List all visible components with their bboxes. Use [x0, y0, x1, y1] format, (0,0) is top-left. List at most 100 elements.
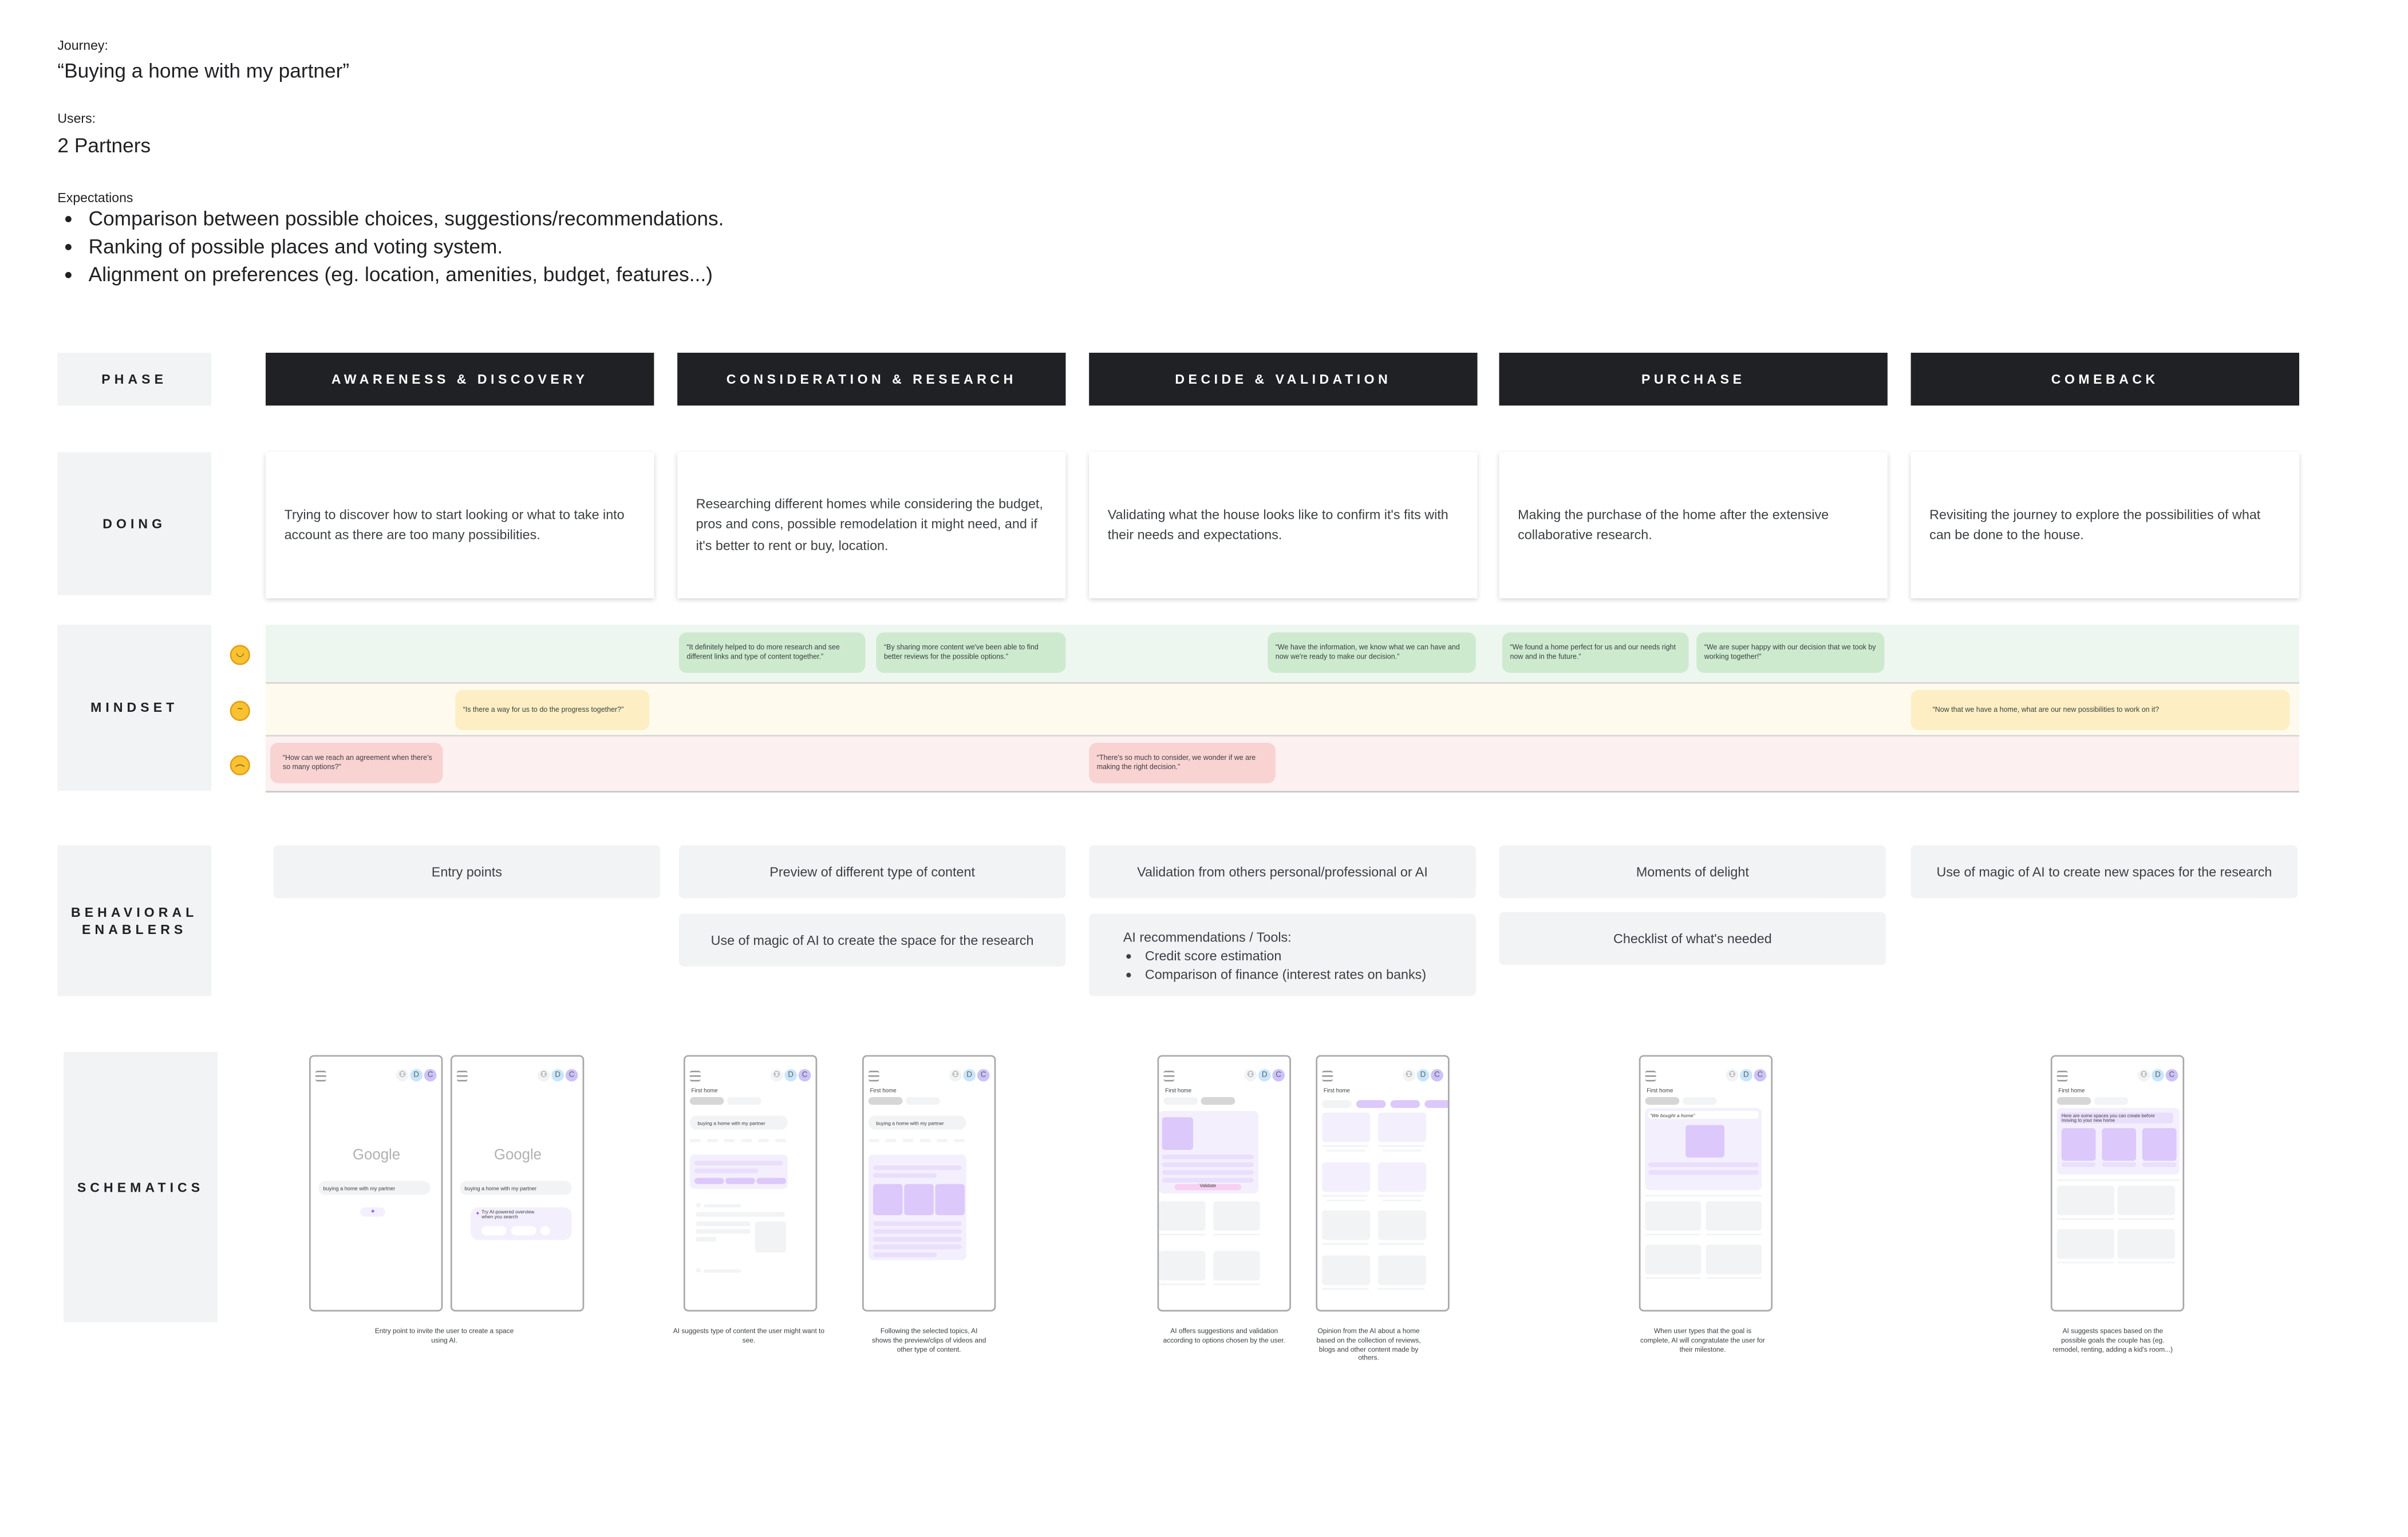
- skeleton: [1327, 1149, 1366, 1152]
- divider: [1645, 1195, 1762, 1197]
- add-person-icon: ⚇: [2137, 1069, 2150, 1082]
- phone-schematic: ⚇ D C First home buying a home with my partn…: [862, 1055, 996, 1312]
- quote-negative: “How can we reach an agreement when ther…: [270, 743, 443, 783]
- skeleton: [1159, 1233, 1206, 1236]
- chip: [756, 1177, 787, 1184]
- doing-text: Researching different homes while consid…: [696, 495, 1043, 553]
- skeleton: [2056, 1262, 2115, 1264]
- sparkle-icon: ✦: [475, 1210, 480, 1217]
- skeleton: [1383, 1149, 1422, 1152]
- card: [1706, 1201, 1762, 1231]
- divider: [2056, 1179, 2180, 1181]
- skeleton: [1322, 1145, 1369, 1147]
- quote-positive: “We are super happy with our decision th…: [1696, 632, 1885, 673]
- skeleton: [919, 1138, 931, 1142]
- skeleton: [1648, 1162, 1759, 1167]
- schematic-caption: Opinion from the AI about a home based o…: [1316, 1327, 1421, 1362]
- space-card: [2102, 1128, 2137, 1161]
- tab-chip: [1645, 1097, 1680, 1105]
- google-logo: Google: [352, 1146, 401, 1164]
- add-person-icon: ⚇: [1403, 1069, 1415, 1082]
- skeleton: [1377, 1288, 1425, 1290]
- avatar-c: C: [2165, 1069, 2178, 1082]
- phone-schematic: ⚇ D C First home buying a home with my partn…: [683, 1055, 818, 1312]
- menu-icon: [868, 1070, 879, 1082]
- phase-purchase: PURCHASE: [1499, 352, 1888, 406]
- enabler-list-item: Comparison of finance (interest rates on…: [1145, 964, 1426, 983]
- skeleton: [741, 1138, 752, 1142]
- enabler-list-item: Credit score estimation: [1145, 945, 1426, 964]
- validate-button: Validate: [1174, 1183, 1242, 1190]
- card: [1706, 1244, 1762, 1275]
- skeleton: [873, 1252, 937, 1258]
- phase-decide-validation: DECIDE & VALIDATION: [1089, 352, 1478, 406]
- doing-card: Trying to discover how to start looking …: [266, 452, 654, 598]
- skeleton: [1162, 1177, 1254, 1183]
- tab-chip: [1390, 1100, 1420, 1108]
- quote-positive: “It definitely helped to do more researc…: [678, 632, 866, 673]
- add-person-icon: ⚇: [949, 1069, 962, 1082]
- card: [1645, 1201, 1702, 1231]
- avatar-d: D: [784, 1069, 798, 1082]
- skeleton: [1322, 1288, 1369, 1290]
- google-logo: Google: [494, 1146, 542, 1164]
- avatar-c: C: [1431, 1069, 1443, 1082]
- search-query: buying a home with my partner: [323, 1185, 396, 1191]
- card: [2056, 1185, 2115, 1215]
- chip: [725, 1177, 755, 1184]
- skeleton: [1645, 1277, 1702, 1279]
- add-person-icon: ⚇: [396, 1069, 409, 1082]
- skeleton: [1383, 1199, 1422, 1201]
- search-query: buying a home with my partner: [464, 1185, 537, 1191]
- image: [1162, 1117, 1193, 1150]
- space-title: First home: [691, 1087, 718, 1094]
- skeleton: [2117, 1262, 2175, 1264]
- avatar-c: C: [1754, 1069, 1767, 1082]
- card: [1377, 1255, 1426, 1286]
- skeleton: [1213, 1233, 1260, 1236]
- search-query: buying a home with my partner: [697, 1120, 765, 1126]
- chip: [540, 1225, 550, 1236]
- chip: [694, 1177, 724, 1184]
- enabler-card: Use of magic of AI to create new spaces …: [1910, 845, 2298, 898]
- skeleton: [1162, 1154, 1254, 1160]
- tab-chip: [1322, 1100, 1352, 1108]
- skeleton: [1377, 1243, 1425, 1245]
- skeleton: [704, 1204, 741, 1208]
- avatar-c: C: [1272, 1069, 1285, 1082]
- avatar-d: D: [1416, 1069, 1430, 1082]
- slightly-smiling-face-icon: ◡: [230, 645, 250, 665]
- skeleton: [873, 1165, 962, 1171]
- phase-comeback: COMEBACK: [1910, 352, 2299, 406]
- skeleton: [1159, 1283, 1206, 1286]
- skeleton: [1327, 1199, 1366, 1201]
- doing-text: Validating what the house looks like to …: [1107, 506, 1448, 543]
- tab-chip: [905, 1097, 940, 1105]
- enabler-card: AI recommendations / Tools: Credit score…: [1089, 913, 1476, 996]
- skeleton: [1322, 1195, 1369, 1197]
- thinking-face-icon: ~: [230, 700, 250, 722]
- skeleton: [1322, 1243, 1369, 1245]
- tab-chip: [727, 1097, 761, 1105]
- chip: [511, 1225, 536, 1236]
- menu-icon: [2056, 1070, 2068, 1082]
- skeleton: [885, 1138, 897, 1142]
- skeleton: [1706, 1233, 1762, 1236]
- journey-map: Journey: “Buying a home with my partner”…: [0, 0, 2408, 1537]
- tab-chip: [689, 1097, 724, 1105]
- schematic-caption: AI suggests spaces based on the possible…: [2052, 1327, 2173, 1353]
- tab-chip: [1163, 1097, 1198, 1105]
- card: [2117, 1229, 2175, 1259]
- skeleton: [873, 1221, 962, 1226]
- phase-awareness-discovery: AWARENESS & DISCOVERY: [266, 352, 654, 406]
- doing-text: Making the purchase of the home after th…: [1518, 506, 1829, 543]
- expectation-item: Alignment on preferences (eg. location, …: [89, 261, 724, 289]
- tab-chip: [1201, 1097, 1235, 1105]
- row-label-schematics: SCHEMATICS: [64, 1052, 218, 1323]
- add-person-icon: ⚇: [1726, 1069, 1739, 1082]
- tab-chip: [1424, 1100, 1448, 1108]
- ai-overview-text: Try AI-powered overview when you search: [481, 1208, 535, 1220]
- quote-positive: “We found a home perfect for us and our …: [1502, 632, 1689, 673]
- card: [2117, 1185, 2175, 1215]
- avatar-c: C: [565, 1069, 578, 1082]
